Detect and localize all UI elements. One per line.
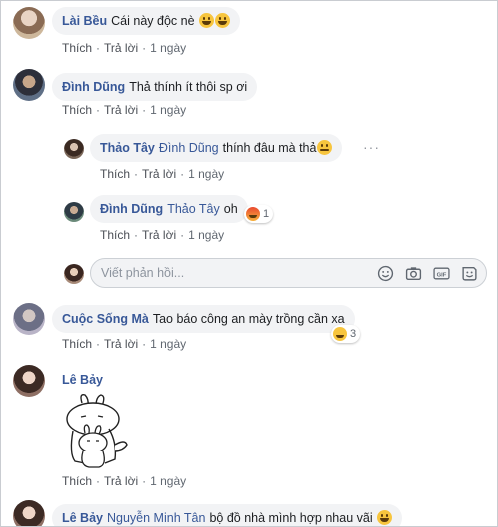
mention-link[interactable]: Thảo Tây: [167, 202, 220, 216]
like-link[interactable]: Thích: [62, 474, 92, 488]
comment-bubble: Đình Dũng Thả thính ít thôi sp ơi: [52, 73, 258, 101]
timestamp[interactable]: 1 ngày: [150, 41, 186, 55]
tongue-emoji-icon: [199, 13, 215, 28]
avatar[interactable]: [13, 69, 45, 101]
author-name[interactable]: Thảo Tây: [100, 141, 155, 155]
comment-actions: Thích · Trả lời · 1 ngày: [100, 228, 225, 242]
reply-bubble: Thảo Tây Đình Dũng thính đâu mà thả: [90, 134, 343, 162]
reaction-summary[interactable]: 3: [331, 325, 361, 343]
comment-text: Cái này độc nè: [111, 14, 195, 28]
sad-emoji-icon: [317, 140, 333, 155]
reply-link[interactable]: Trả lời: [142, 228, 176, 242]
composer-tools: GIF: [376, 264, 478, 282]
haha-reaction-icon: [333, 327, 347, 341]
current-user-avatar: [64, 264, 84, 284]
more-options-icon[interactable]: ···: [363, 139, 380, 155]
reaction-count: 1: [263, 208, 270, 220]
comment-text: Tao báo công an mày trồng cần xa: [152, 312, 345, 326]
mention-link[interactable]: Đình Dũng: [159, 141, 219, 155]
comment-thread: Lài Bều Cái này độc nè Thích · Trả lời · 1 ng…: [0, 0, 498, 527]
reply-link[interactable]: Trả lời: [104, 474, 138, 488]
avatar[interactable]: [13, 7, 45, 39]
avatar[interactable]: [64, 202, 84, 222]
comment-actions: Thích · Trả lời · 1 ngày: [62, 337, 187, 351]
timestamp[interactable]: 1 ngày: [150, 337, 186, 351]
like-link[interactable]: Thích: [62, 103, 92, 117]
reply-link[interactable]: Trả lời: [104, 41, 138, 55]
avatar[interactable]: [64, 139, 84, 159]
comment-text: thính đâu mà thả: [222, 141, 317, 155]
timestamp[interactable]: 1 ngày: [150, 474, 186, 488]
like-link[interactable]: Thích: [62, 337, 92, 351]
moon-emoji-icon: [377, 510, 393, 525]
comment-text: bộ đồ nhà mình hợp nhau vãi: [209, 511, 373, 525]
author-name[interactable]: Đình Dũng: [100, 202, 163, 216]
comment-text: oh: [223, 202, 238, 216]
comment-actions: Thích · Trả lời · 1 ngày: [100, 167, 225, 181]
reply-input[interactable]: [101, 266, 361, 280]
svg-text:GIF: GIF: [436, 272, 446, 278]
reply-bubble: Đình Dũng Thảo Tây oh: [90, 195, 248, 223]
timestamp[interactable]: 1 ngày: [188, 167, 224, 181]
comment-actions: Thích · Trả lời · 1 ngày: [62, 474, 187, 488]
comment-bubble: Cuộc Sống Mà Tao báo công an mày trồng cầ…: [52, 305, 355, 333]
rabbit-sticker-image[interactable]: [59, 393, 129, 471]
author-name[interactable]: Lê Bảy: [62, 373, 103, 387]
author-name[interactable]: Lê Bảy: [62, 511, 103, 525]
timestamp[interactable]: 1 ngày: [188, 228, 224, 242]
angry-reaction-icon: [246, 207, 260, 221]
reply-link[interactable]: Trả lời: [142, 167, 176, 181]
sticker-icon[interactable]: [460, 264, 478, 282]
reaction-summary[interactable]: 1: [244, 205, 274, 223]
tongue-emoji-icon: [215, 13, 231, 28]
emoji-icon[interactable]: [376, 264, 394, 282]
like-link[interactable]: Thích: [100, 167, 130, 181]
camera-icon[interactable]: [404, 264, 422, 282]
timestamp[interactable]: 1 ngày: [150, 103, 186, 117]
author-name[interactable]: Cuộc Sống Mà: [62, 312, 149, 326]
gif-icon[interactable]: GIF: [432, 264, 450, 282]
comment-bubble: Lài Bều Cái này độc nè: [52, 7, 241, 35]
comment-text: Thả thính ít thôi sp ơi: [129, 80, 248, 94]
avatar[interactable]: [13, 303, 45, 335]
reply-link[interactable]: Trả lời: [104, 103, 138, 117]
comment-bubble: Lê Bảy Nguyễn Minh Tân bộ đồ nhà mình hợp …: [52, 504, 403, 526]
comment-actions: Thích · Trả lời · 1 ngày: [62, 41, 187, 55]
like-link[interactable]: Thích: [100, 228, 130, 242]
author-name[interactable]: Đình Dũng: [62, 80, 125, 94]
avatar[interactable]: [13, 365, 45, 397]
reply-composer: GIF: [90, 258, 487, 288]
mention-link[interactable]: Nguyễn Minh Tân: [107, 511, 205, 525]
author-name[interactable]: Lài Bều: [62, 14, 107, 28]
reply-link[interactable]: Trả lời: [104, 337, 138, 351]
comment-actions: Thích · Trả lời · 1 ngày: [62, 103, 187, 117]
like-link[interactable]: Thích: [62, 41, 92, 55]
avatar[interactable]: [13, 500, 45, 526]
reaction-count: 3: [350, 328, 357, 340]
